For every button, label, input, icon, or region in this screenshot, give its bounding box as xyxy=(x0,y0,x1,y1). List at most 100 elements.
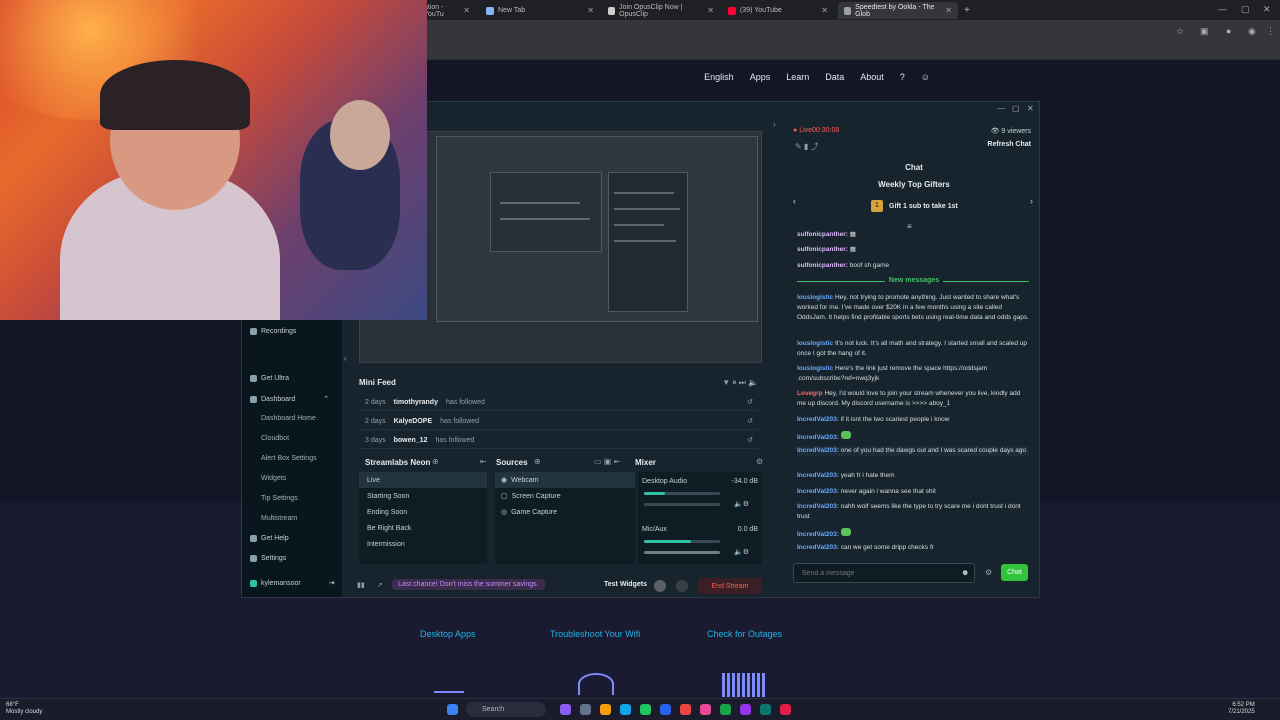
taskbar-search[interactable]: Search xyxy=(466,702,546,717)
add-scene-icon[interactable]: ⊕ xyxy=(432,457,439,466)
close-icon[interactable]: ✕ xyxy=(1027,104,1034,113)
app-icon[interactable] xyxy=(700,704,711,715)
extension-icon[interactable]: ▣ xyxy=(1200,26,1209,37)
profile-icon[interactable]: ● xyxy=(1226,26,1231,36)
copilot-icon[interactable] xyxy=(560,704,571,715)
replay-icon[interactable]: ↺ xyxy=(747,398,753,406)
stats-icon[interactable]: ▮▮ xyxy=(357,581,365,589)
mini-feed-controls-icon[interactable]: ▼ ⏸ ⏭ 🔈 xyxy=(722,378,758,388)
maximize-icon[interactable]: ▢ xyxy=(1012,104,1020,113)
account-icon[interactable]: ◉ xyxy=(1248,26,1256,37)
nav-data[interactable]: Data xyxy=(825,72,844,82)
close-window-icon[interactable]: ✕ xyxy=(1263,4,1271,15)
speaker-icon[interactable]: 🔈⚙ xyxy=(734,500,749,508)
troubleshoot-wifi-link[interactable]: Troubleshoot Your Wifi xyxy=(550,629,640,639)
close-icon[interactable]: ✕ xyxy=(587,6,594,15)
sidebar-item-recordings[interactable]: Recordings xyxy=(250,328,296,335)
volume-slider[interactable] xyxy=(644,503,720,506)
weather-widget[interactable]: 68°F Mostly cloudy xyxy=(6,702,42,716)
sidebar-item-cloudbot[interactable]: Cloudbot xyxy=(261,435,289,442)
close-icon[interactable]: ✕ xyxy=(463,6,470,15)
nav-apps[interactable]: Apps xyxy=(750,72,771,82)
check-outages-link[interactable]: Check for Outages xyxy=(707,629,782,639)
sidebar-item-get-ultra[interactable]: Get Ultra xyxy=(250,375,289,382)
close-icon[interactable]: ✕ xyxy=(821,6,828,15)
app-icon[interactable] xyxy=(640,704,651,715)
scene-item[interactable]: Ending Soon xyxy=(359,504,487,520)
streamlabs-icon[interactable] xyxy=(760,704,771,715)
mixer-channel-name: Mic/Aux xyxy=(642,526,667,533)
volume-slider[interactable] xyxy=(644,551,720,554)
source-item[interactable]: ▢ Screen Capture xyxy=(495,488,635,504)
minimize-icon[interactable]: — xyxy=(1218,4,1227,14)
end-stream-button[interactable]: End Stream xyxy=(698,578,762,594)
close-icon[interactable]: ✕ xyxy=(707,6,714,15)
close-icon[interactable]: ✕ xyxy=(945,6,952,15)
app-icon[interactable] xyxy=(680,704,691,715)
clock[interactable]: 6:52 PM 7/21/2025 xyxy=(1228,702,1255,716)
browser-tab-active[interactable]: Speedtest by Ookla - The Glob ✕ xyxy=(838,2,958,19)
browser-tab[interactable]: New Tab ✕ xyxy=(480,2,600,19)
gear-icon xyxy=(250,555,257,562)
menu-icon[interactable]: ⋮ xyxy=(1266,26,1275,37)
maximize-icon[interactable]: ▢ xyxy=(1241,4,1250,15)
mixer-settings-icon[interactable]: ⚙ xyxy=(756,457,763,466)
sidebar-item-dashboard[interactable]: Dashboard ⌃ xyxy=(250,395,329,403)
user-icon[interactable]: ☺ xyxy=(921,72,930,82)
help-icon[interactable]: ? xyxy=(900,72,905,82)
gear-icon[interactable]: ⚙ xyxy=(985,568,992,577)
chevron-left-icon[interactable]: ‹ xyxy=(793,196,796,206)
scene-item[interactable]: Starting Soon xyxy=(359,488,487,504)
app-icon[interactable] xyxy=(660,704,671,715)
nav-about[interactable]: About xyxy=(860,72,884,82)
minimize-icon[interactable]: — xyxy=(997,104,1005,113)
replay-icon[interactable]: ↺ xyxy=(747,417,753,425)
sidebar-item-tip-settings[interactable]: Tip Settings xyxy=(261,495,298,502)
chat-message-input[interactable] xyxy=(793,563,975,583)
sidebar-item-get-help[interactable]: Get Help xyxy=(250,535,289,542)
chevron-right-icon[interactable]: › xyxy=(773,120,776,129)
replay-icon[interactable]: ↺ xyxy=(747,436,753,444)
nav-learn[interactable]: Learn xyxy=(786,72,809,82)
sidebar-item-multistream[interactable]: Multistream xyxy=(261,515,297,522)
test-widgets-button[interactable]: Test Widgets xyxy=(604,581,647,588)
record-button[interactable] xyxy=(654,580,666,592)
sidebar-item-widgets[interactable]: Widgets xyxy=(261,475,286,482)
refresh-chat-button[interactable]: Refresh Chat xyxy=(987,141,1031,148)
scene-item[interactable]: Be Right Back xyxy=(359,520,487,536)
replay-buffer-button[interactable] xyxy=(676,580,688,592)
chrome-icon[interactable] xyxy=(720,704,731,715)
source-item[interactable]: ◎ Game Capture xyxy=(495,504,635,520)
sidebar-item-settings[interactable]: Settings xyxy=(250,555,286,562)
nav-language[interactable]: English xyxy=(704,72,734,82)
sidebar-item-dashboard-home[interactable]: Dashboard Home xyxy=(261,415,316,422)
scene-collapse-icon[interactable]: ⇤ xyxy=(480,457,487,466)
logout-icon[interactable]: ⇥ xyxy=(329,579,335,587)
send-chat-button[interactable]: Chat xyxy=(1001,564,1028,581)
sidebar-item-alert-box[interactable]: Alert Box Settings xyxy=(261,455,317,462)
explorer-icon[interactable] xyxy=(600,704,611,715)
app-icon[interactable] xyxy=(740,704,751,715)
speaker-icon[interactable]: 🔈⚙ xyxy=(734,548,749,556)
add-source-icon[interactable]: ⊕ xyxy=(534,457,541,466)
collapse-sidebar-icon[interactable]: ‹ xyxy=(344,354,347,363)
star-icon[interactable]: ☆ xyxy=(1176,26,1184,37)
promo-banner[interactable]: Last chance! Don't miss the summer savin… xyxy=(392,579,545,590)
emoji-icon[interactable]: ☻ xyxy=(961,568,969,577)
new-tab-button[interactable]: + xyxy=(958,2,972,19)
rocket-icon[interactable]: ➚ xyxy=(377,581,383,589)
desktop-apps-link[interactable]: Desktop Apps xyxy=(420,629,476,639)
start-icon[interactable] xyxy=(447,704,458,715)
chevron-right-icon[interactable]: › xyxy=(1030,196,1033,206)
sidebar-user[interactable]: kylemansoor ⇥ xyxy=(250,579,335,587)
task-view-icon[interactable] xyxy=(580,704,591,715)
chat-tools-icon[interactable]: ✎ ▮ ⤴ xyxy=(795,141,819,152)
scene-item[interactable]: Intermission xyxy=(359,536,487,552)
edge-icon[interactable] xyxy=(620,704,631,715)
browser-tab[interactable]: Join OpusClip Now | OpusClip ✕ xyxy=(602,2,720,19)
source-tools-icon[interactable]: ▭ ▣ ⇤ xyxy=(594,457,620,466)
browser-tab[interactable]: (39) YouTube ✕ xyxy=(722,2,834,19)
scene-item[interactable]: Live xyxy=(359,472,487,488)
app-icon[interactable] xyxy=(780,704,791,715)
source-item[interactable]: ◉ Webcam xyxy=(495,472,635,488)
